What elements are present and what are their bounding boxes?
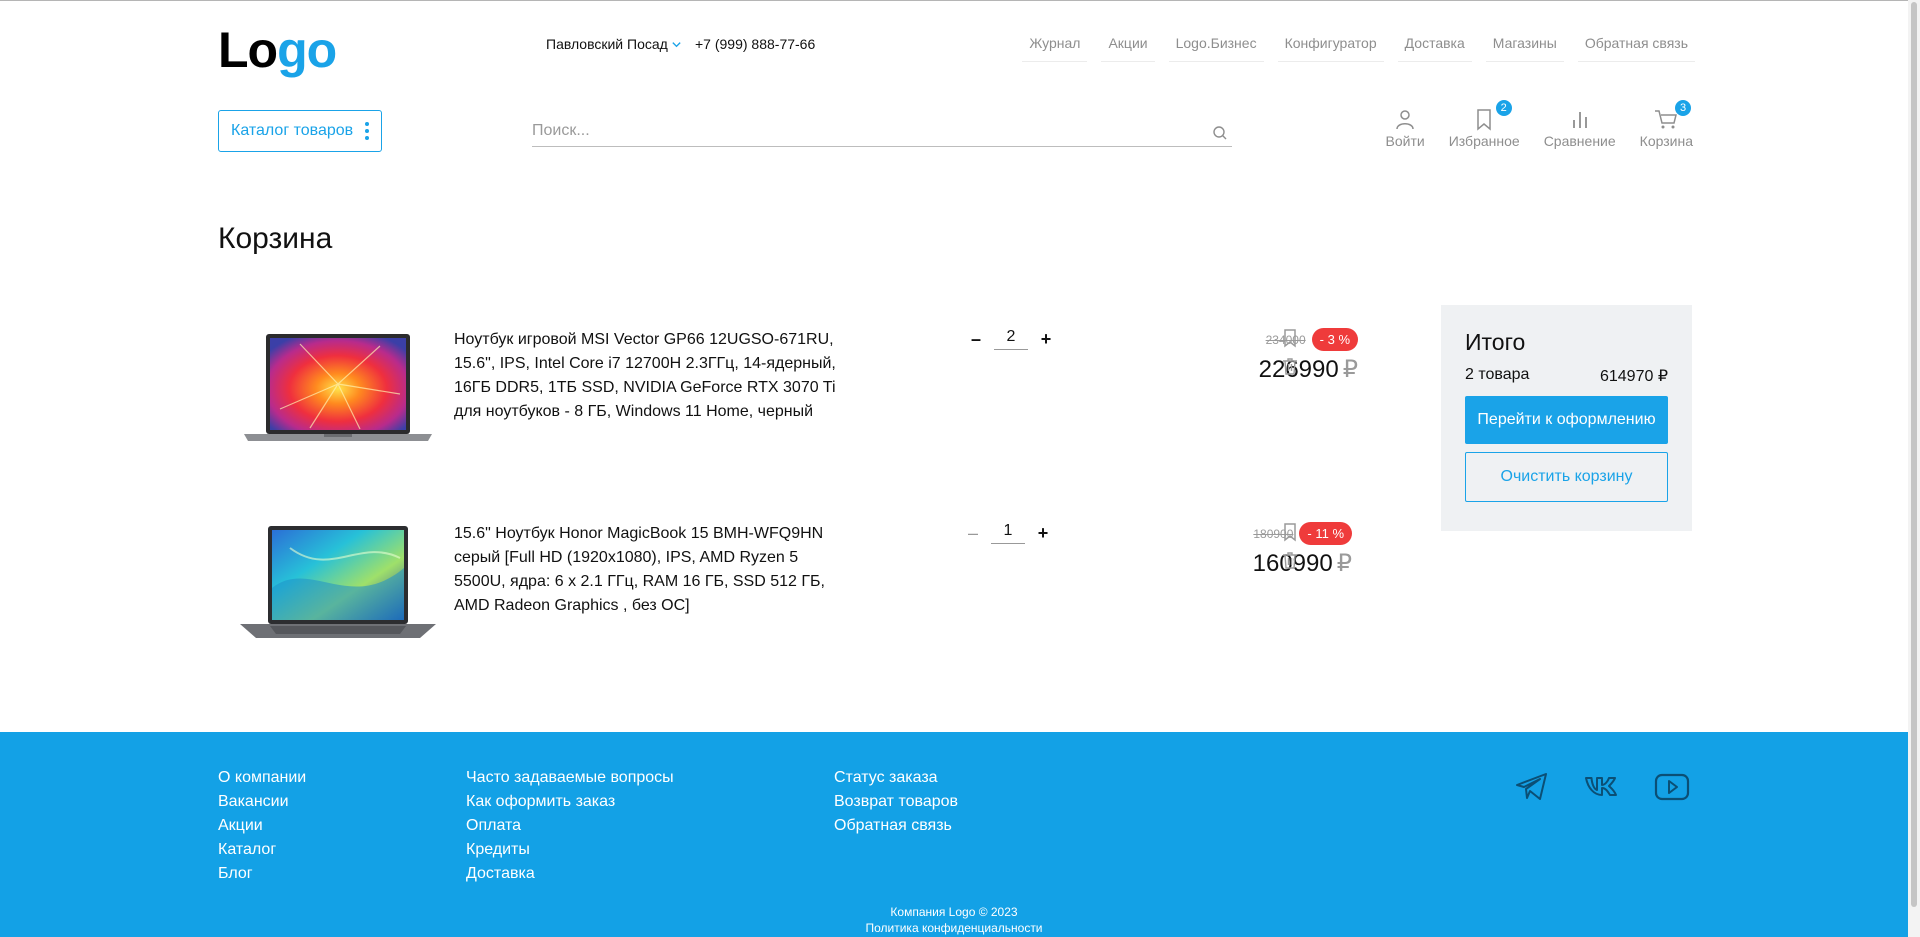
nav-link-journal[interactable]: Журнал [1022, 28, 1088, 62]
discount-badge: - 3 % [1311, 328, 1358, 351]
product-image-laptop-msi[interactable] [240, 324, 436, 448]
telegram-icon[interactable] [1512, 766, 1552, 806]
cart-label: Корзина [1639, 133, 1693, 149]
nav-link-feedback[interactable]: Обратная связь [1577, 28, 1695, 62]
cart-count-badge: 3 [1675, 100, 1691, 116]
item-count: 2 товара [1465, 366, 1530, 383]
footer-link-promotions[interactable]: Акции [218, 814, 306, 838]
footer-link-credits[interactable]: Кредиты [466, 838, 674, 862]
order-summary: Итого 2 товара 614970 ₽ Перейти к оформл… [1441, 305, 1692, 531]
phone-number[interactable]: +7 (999) 888-77-66 [695, 36, 815, 52]
copyright: Компания Logo © 2023 Политика конфиденци… [0, 904, 1908, 936]
favorites-label: Избранное [1448, 133, 1520, 149]
nav-link-business[interactable]: Logo.Бизнес [1168, 28, 1264, 62]
page-title: Корзина [218, 222, 333, 255]
currency-symbol: ₽ [1336, 550, 1352, 577]
favorites-link[interactable]: 2 Избранное [1448, 100, 1520, 149]
currency-symbol: ₽ [1342, 356, 1358, 383]
clear-cart-button[interactable]: Очистить корзину [1465, 452, 1668, 502]
header-icon-bar: Войти 2 Избранное Сравнение 3 Корзина [1386, 100, 1693, 149]
trash-icon[interactable] [1280, 550, 1300, 570]
nav-link-delivery[interactable]: Доставка [1397, 28, 1472, 62]
search-icon[interactable] [1212, 125, 1228, 141]
footer: О компании Вакансии Акции Каталог Блог Ч… [0, 732, 1908, 937]
footer-link-returns[interactable]: Возврат товаров [834, 790, 958, 814]
decrease-quantity-button[interactable]: – [966, 329, 986, 350]
item-actions [1280, 522, 1300, 570]
vk-icon[interactable] [1582, 766, 1622, 806]
top-navigation: Журнал Акции Logo.Бизнес Конфигуратор До… [1008, 28, 1695, 62]
summary-total-line: 2 товара 614970 ₽ [1465, 366, 1668, 386]
login-link[interactable]: Войти [1386, 106, 1425, 149]
quantity-stepper: – 1 + [963, 522, 1053, 544]
increase-quantity-button[interactable]: + [1036, 329, 1056, 350]
catalog-button[interactable]: Каталог товаров [218, 110, 382, 152]
increase-quantity-button[interactable]: + [1033, 523, 1053, 544]
youtube-icon[interactable] [1652, 766, 1692, 806]
footer-link-faq[interactable]: Часто задаваемые вопросы [466, 766, 674, 790]
nav-link-promotions[interactable]: Акции [1101, 28, 1155, 62]
quantity-stepper: – 2 + [966, 328, 1056, 350]
footer-link-payment[interactable]: Оплата [466, 814, 674, 838]
item-actions [1280, 328, 1300, 376]
product-image-laptop-honor[interactable] [240, 518, 436, 642]
search-bar [532, 118, 1232, 147]
city-label: Павловский Посад [546, 36, 668, 52]
quantity-value[interactable]: 2 [994, 328, 1028, 350]
footer-link-feedback[interactable]: Обратная связь [834, 814, 958, 838]
social-links [1512, 766, 1692, 806]
search-input[interactable] [532, 118, 1192, 144]
cart-item: 15.6" Ноутбук Honor MagicBook 15 BMH-WFQ… [218, 504, 1352, 654]
chevron-down-icon [672, 41, 681, 47]
login-label: Войти [1385, 133, 1425, 149]
bar-chart-icon [1572, 112, 1587, 128]
footer-column-company: О компании Вакансии Акции Каталог Блог [218, 766, 306, 886]
favorites-count-badge: 2 [1495, 100, 1512, 116]
cart-item: Ноутбук игровой MSI Vector GP66 12UGSO-6… [218, 310, 1358, 460]
product-name[interactable]: Ноутбук игровой MSI Vector GP66 12UGSO-6… [454, 328, 854, 424]
checkout-button[interactable]: Перейти к оформлению [1465, 396, 1668, 444]
summary-title: Итого [1465, 329, 1526, 355]
logo[interactable]: Logo [218, 22, 337, 78]
footer-link-about[interactable]: О компании [218, 766, 306, 790]
footer-column-orders: Статус заказа Возврат товаров Обратная с… [834, 766, 958, 838]
footer-column-help: Часто задаваемые вопросы Как оформить за… [466, 766, 674, 886]
quantity-value[interactable]: 1 [991, 522, 1025, 544]
footer-link-delivery[interactable]: Доставка [466, 862, 674, 886]
footer-link-blog[interactable]: Блог [218, 862, 306, 886]
total-price: 614970 ₽ [1599, 368, 1668, 385]
scrollbar-thumb[interactable] [1911, 2, 1917, 907]
user-icon [1396, 110, 1414, 130]
product-name[interactable]: 15.6" Ноутбук Honor MagicBook 15 BMH-WFQ… [454, 522, 854, 618]
trash-icon[interactable] [1280, 356, 1300, 376]
discount-badge: - 11 % [1299, 522, 1352, 545]
footer-link-order-status[interactable]: Статус заказа [834, 766, 958, 790]
logo-text-blue: go [277, 22, 337, 78]
compare-link[interactable]: Сравнение [1544, 106, 1616, 149]
nav-link-stores[interactable]: Магазины [1485, 28, 1564, 62]
footer-link-how-to-order[interactable]: Как оформить заказ [466, 790, 674, 814]
kebab-menu-icon [365, 122, 369, 140]
nav-link-configurator[interactable]: Конфигуратор [1277, 28, 1384, 62]
logo-text-dark: Lo [218, 22, 278, 78]
privacy-policy-link[interactable]: Политика конфиденциальности [0, 920, 1908, 936]
bookmark-icon[interactable] [1280, 522, 1300, 542]
city-selector[interactable]: Павловский Посад [546, 36, 682, 52]
decrease-quantity-button[interactable]: – [963, 523, 983, 544]
scrollbar[interactable] [1908, 0, 1920, 937]
bookmark-icon[interactable] [1280, 328, 1300, 348]
top-border [0, 0, 1920, 1]
bookmark-icon [1477, 109, 1491, 131]
footer-link-catalog[interactable]: Каталог [218, 838, 306, 862]
catalog-button-label: Каталог товаров [231, 122, 354, 139]
compare-label: Сравнение [1543, 133, 1616, 149]
cart-link[interactable]: 3 Корзина [1639, 100, 1693, 149]
footer-link-vacancies[interactable]: Вакансии [218, 790, 306, 814]
copyright-text: Компания Logo © 2023 [890, 905, 1018, 919]
